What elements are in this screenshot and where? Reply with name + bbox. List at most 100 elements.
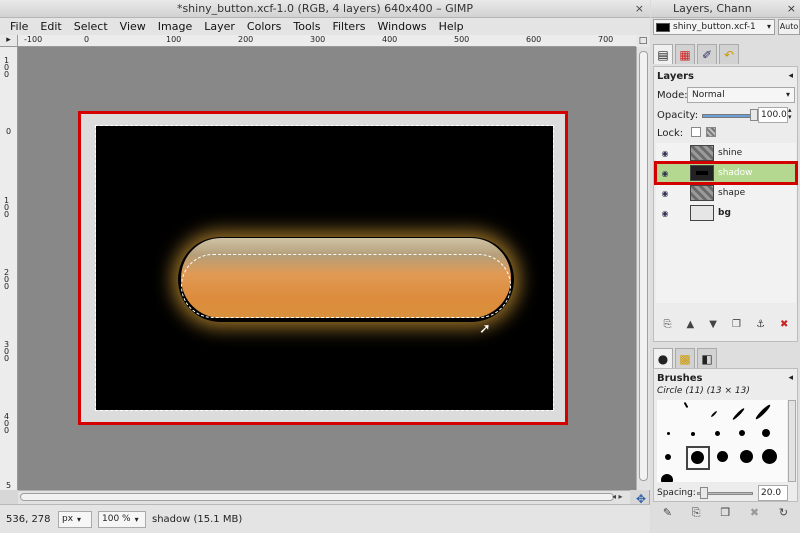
lock-pixels-checkbox[interactable] — [691, 127, 701, 137]
eye-icon[interactable]: ◉ — [656, 189, 674, 198]
menu-help[interactable]: Help — [433, 18, 470, 35]
layer-row-bg[interactable]: ◉ bg — [656, 203, 796, 223]
opacity-slider-handle[interactable] — [750, 109, 758, 121]
brush-item[interactable] — [731, 407, 746, 421]
new-layer-icon[interactable]: ⎘ — [664, 319, 672, 335]
eye-icon[interactable]: ◉ — [656, 209, 674, 218]
mode-value: Normal — [692, 90, 725, 100]
auto-button[interactable]: Auto — [778, 19, 800, 35]
opacity-input[interactable]: 100.0 — [758, 107, 788, 123]
anchor-layer-icon[interactable]: ⚓ — [756, 319, 765, 335]
tab-gradients-icon[interactable]: ◧ — [697, 348, 717, 368]
brush-item[interactable] — [762, 429, 770, 437]
edit-brush-icon[interactable]: ✎ — [663, 506, 672, 522]
spacing-input[interactable]: 20.0 — [758, 485, 788, 501]
eye-icon[interactable]: ◉ — [656, 169, 674, 178]
layers-panel: Layers ◂ Mode: Normal ▾ Opacity: 100.0 ▴… — [653, 66, 798, 342]
status-message: shadow (15.1 MB) — [152, 513, 243, 525]
image-selector[interactable]: shiny_button.xcf-1 ▾ — [653, 19, 775, 35]
panel-menu-icon[interactable]: ◂ — [788, 71, 793, 81]
vertical-ruler[interactable]: 1 0 0 0 1 0 0 2 0 0 3 0 0 4 0 0 5 — [0, 47, 18, 490]
duplicate-brush-icon[interactable]: ❐ — [720, 506, 730, 522]
brush-item[interactable] — [715, 431, 720, 436]
ruler-tick: 700 — [598, 35, 614, 44]
tab-undo-icon[interactable]: ↶ — [719, 44, 739, 64]
layer-name: shadow — [718, 168, 753, 178]
ruler-tick: 500 — [454, 35, 470, 44]
tab-brushes-icon[interactable]: ● — [653, 348, 673, 368]
zoom-to-fit-icon[interactable]: □ — [636, 35, 650, 47]
brush-item[interactable] — [762, 449, 777, 464]
image-selector-value: shiny_button.xcf-1 — [673, 22, 756, 32]
raise-layer-icon[interactable]: ▲ — [687, 319, 695, 335]
ruler-tick: 2 0 0 — [4, 268, 10, 291]
tab-paths-icon[interactable]: ✐ — [697, 44, 717, 64]
layer-thumbnail — [690, 185, 714, 201]
lock-alpha-checkbox[interactable] — [706, 127, 716, 137]
menu-file[interactable]: File — [4, 18, 34, 35]
refresh-brushes-icon[interactable]: ↻ — [779, 506, 788, 522]
delete-brush-icon[interactable]: ✖ — [750, 506, 759, 522]
lower-layer-icon[interactable]: ▼ — [709, 319, 717, 335]
brush-item[interactable] — [665, 454, 671, 460]
brush-item[interactable] — [683, 401, 689, 409]
brush-item[interactable] — [710, 410, 718, 418]
tab-channels-icon[interactable]: ▦ — [675, 44, 695, 64]
layer-name: shine — [718, 148, 743, 158]
quick-mask-toggle[interactable]: ▸ — [0, 35, 18, 47]
menu-tools[interactable]: Tools — [287, 18, 326, 35]
scroll-thumb[interactable] — [20, 493, 614, 501]
scroll-thumb[interactable] — [639, 51, 648, 481]
duplicate-layer-icon[interactable]: ❐ — [732, 319, 741, 335]
spin-arrows-icon[interactable]: ▴ ▾ — [788, 107, 792, 121]
brush-item[interactable] — [754, 403, 772, 421]
close-icon[interactable]: × — [635, 0, 644, 18]
new-brush-icon[interactable]: ⎘ — [692, 506, 701, 522]
dock-title: Layers, Chann — [673, 2, 752, 15]
layer-thumbnail — [690, 145, 714, 161]
layer-name: shape — [718, 188, 746, 198]
layer-row-shape[interactable]: ◉ shape — [656, 183, 796, 203]
close-icon[interactable]: × — [787, 0, 796, 17]
brush-item[interactable] — [661, 474, 673, 482]
panel-menu-icon[interactable]: ◂ — [788, 373, 793, 383]
dock-window: Layers, Chann × shiny_button.xcf-1 ▾ Aut… — [651, 0, 800, 533]
menu-windows[interactable]: Windows — [371, 18, 432, 35]
zoom-select[interactable]: 100 % ▾ — [98, 510, 146, 528]
tab-patterns-icon[interactable]: ▩ — [675, 348, 695, 368]
delete-layer-icon[interactable]: ✖ — [780, 319, 788, 335]
menu-colors[interactable]: Colors — [241, 18, 287, 35]
menu-select[interactable]: Select — [68, 18, 114, 35]
menu-filters[interactable]: Filters — [326, 18, 371, 35]
layers-list: ◉ shine ◉ shadow ◉ shape ◉ bg — [654, 143, 798, 303]
brush-item[interactable] — [667, 432, 670, 435]
brush-grid[interactable] — [657, 400, 787, 482]
layer-row-shine[interactable]: ◉ shine — [656, 143, 796, 163]
spacing-slider-handle[interactable] — [700, 487, 708, 499]
eye-icon[interactable]: ◉ — [656, 149, 674, 158]
unit-value: px — [62, 514, 74, 524]
brush-item[interactable] — [691, 432, 695, 436]
brush-item[interactable] — [717, 451, 728, 462]
menu-view[interactable]: View — [114, 18, 152, 35]
menu-image[interactable]: Image — [152, 18, 198, 35]
brush-item[interactable] — [739, 430, 745, 436]
chevron-down-icon: ▾ — [77, 514, 82, 524]
layer-row-shadow[interactable]: ◉ shadow — [654, 161, 798, 185]
scroll-arrows-icon[interactable]: ◂ ▸ — [612, 492, 623, 501]
layers-button-bar: ⎘ ▲ ▼ ❐ ⚓ ✖ — [656, 319, 796, 335]
menu-layer[interactable]: Layer — [198, 18, 241, 35]
tab-layers-icon[interactable]: ▤ — [653, 44, 673, 64]
brush-scrollbar[interactable] — [788, 400, 796, 482]
selection-marching-ants — [181, 254, 511, 318]
horizontal-scrollbar[interactable] — [18, 490, 630, 504]
brush-item[interactable] — [740, 450, 753, 463]
vertical-scrollbar[interactable] — [636, 47, 650, 490]
unit-select[interactable]: px ▾ — [58, 510, 92, 528]
ruler-tick: -100 — [24, 35, 43, 44]
menu-edit[interactable]: Edit — [34, 18, 67, 35]
image-canvas[interactable]: ➚ — [18, 47, 636, 490]
horizontal-ruler[interactable]: -100 0 100 200 300 400 500 600 700 — [18, 35, 636, 47]
opacity-slider[interactable] — [702, 114, 754, 118]
mode-select[interactable]: Normal ▾ — [687, 87, 795, 103]
